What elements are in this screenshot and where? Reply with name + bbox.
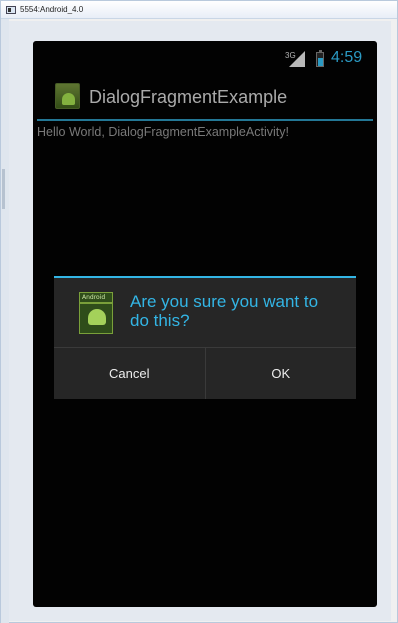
dialog-icon-bar — [80, 302, 112, 304]
dialog-title: Are you sure you want to do this? — [130, 292, 319, 330]
ok-button[interactable]: OK — [205, 348, 356, 399]
device-screen: 3G 4:59 DialogFragmentExample Hello Worl… — [33, 41, 377, 607]
dialog-button-bar: Cancel OK — [54, 348, 356, 399]
cancel-button[interactable]: Cancel — [54, 348, 206, 399]
emulator-window: 5554:Android_4.0 3G 4:59 DialogFragmentE… — [0, 0, 398, 623]
android-robot-icon — [88, 309, 106, 325]
confirm-dialog: Android Are you sure you want to do this… — [54, 276, 356, 399]
window-titlebar[interactable]: 5554:Android_4.0 — [1, 1, 397, 19]
window-title: 5554:Android_4.0 — [20, 5, 84, 14]
window-app-icon — [6, 5, 16, 14]
window-left-edge — [1, 19, 9, 623]
android-dialog-icon: Android — [79, 292, 113, 334]
dialog-icon-label: Android — [82, 294, 106, 301]
